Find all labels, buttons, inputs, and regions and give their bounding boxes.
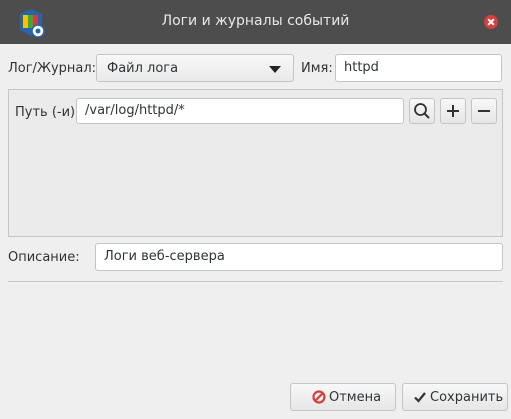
- save-button[interactable]: Сохранить: [402, 383, 508, 411]
- window-title: Логи и журналы событий: [161, 13, 350, 29]
- divider: [8, 281, 503, 282]
- name-field[interactable]: httpd: [335, 54, 502, 82]
- log-type-value: Файл лога: [107, 61, 179, 76]
- path-value: /var/log/httpd/*: [85, 103, 185, 118]
- browse-button[interactable]: [409, 98, 435, 124]
- search-icon: [414, 103, 430, 119]
- description-value: Логи веб-сервера: [104, 249, 225, 264]
- chevron-down-icon: [269, 66, 281, 73]
- checkmark-icon: [414, 392, 426, 403]
- log-type-label: Лог/Журнал:: [8, 61, 97, 76]
- remove-path-button[interactable]: [471, 98, 497, 124]
- save-label: Сохранить: [430, 390, 504, 405]
- name-value: httpd: [344, 60, 379, 75]
- cancel-button[interactable]: Отмена: [290, 383, 396, 411]
- log-type-select[interactable]: Файл лога: [96, 54, 294, 82]
- cancel-icon: [312, 390, 326, 404]
- path-label: Путь (-и):: [15, 105, 80, 120]
- name-label: Имя:: [301, 61, 333, 76]
- description-label: Описание:: [8, 250, 80, 265]
- title-bar: Логи и журналы событий: [0, 0, 511, 44]
- path-field[interactable]: /var/log/httpd/*: [76, 98, 404, 124]
- description-field[interactable]: Логи веб-сервера: [95, 243, 503, 271]
- paths-panel: Путь (-и): /var/log/httpd/*: [8, 89, 503, 237]
- close-icon[interactable]: [484, 15, 498, 29]
- add-path-button[interactable]: [440, 98, 466, 124]
- cancel-label: Отмена: [329, 390, 382, 405]
